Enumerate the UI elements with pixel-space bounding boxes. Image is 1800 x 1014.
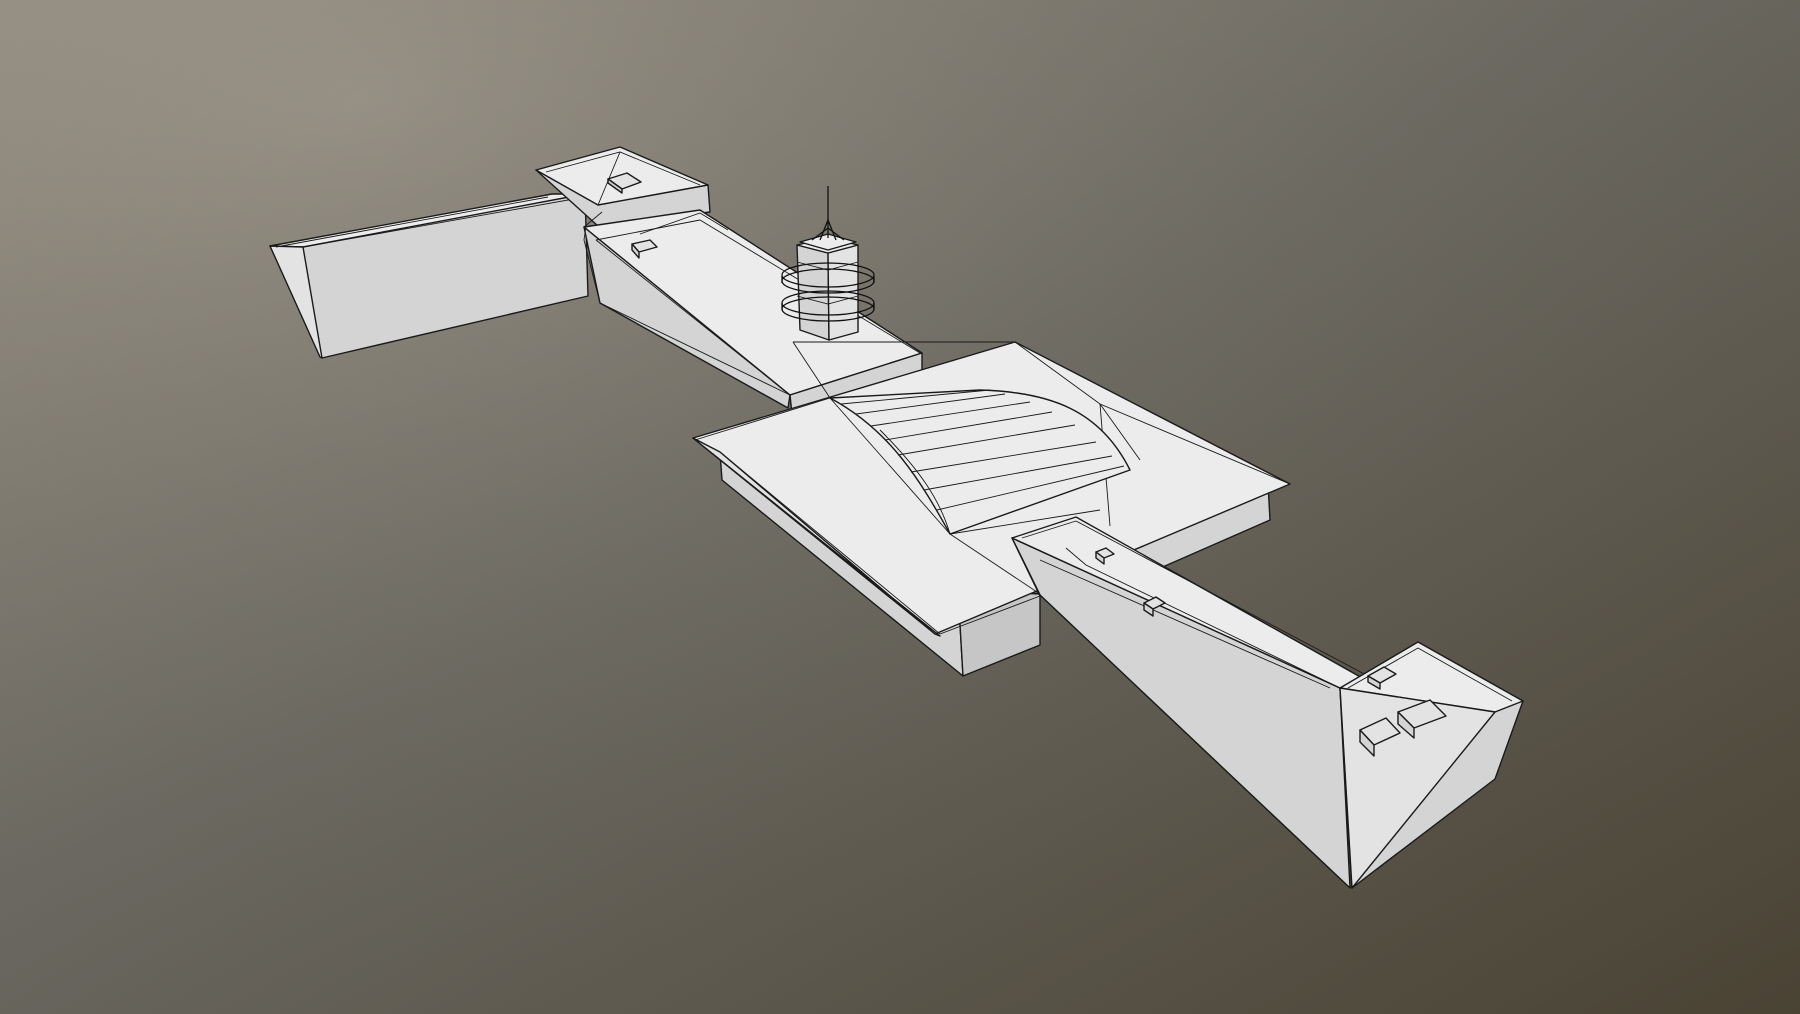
3d-viewport[interactable] xyxy=(0,0,1800,1014)
building-model-render xyxy=(0,0,1800,1014)
